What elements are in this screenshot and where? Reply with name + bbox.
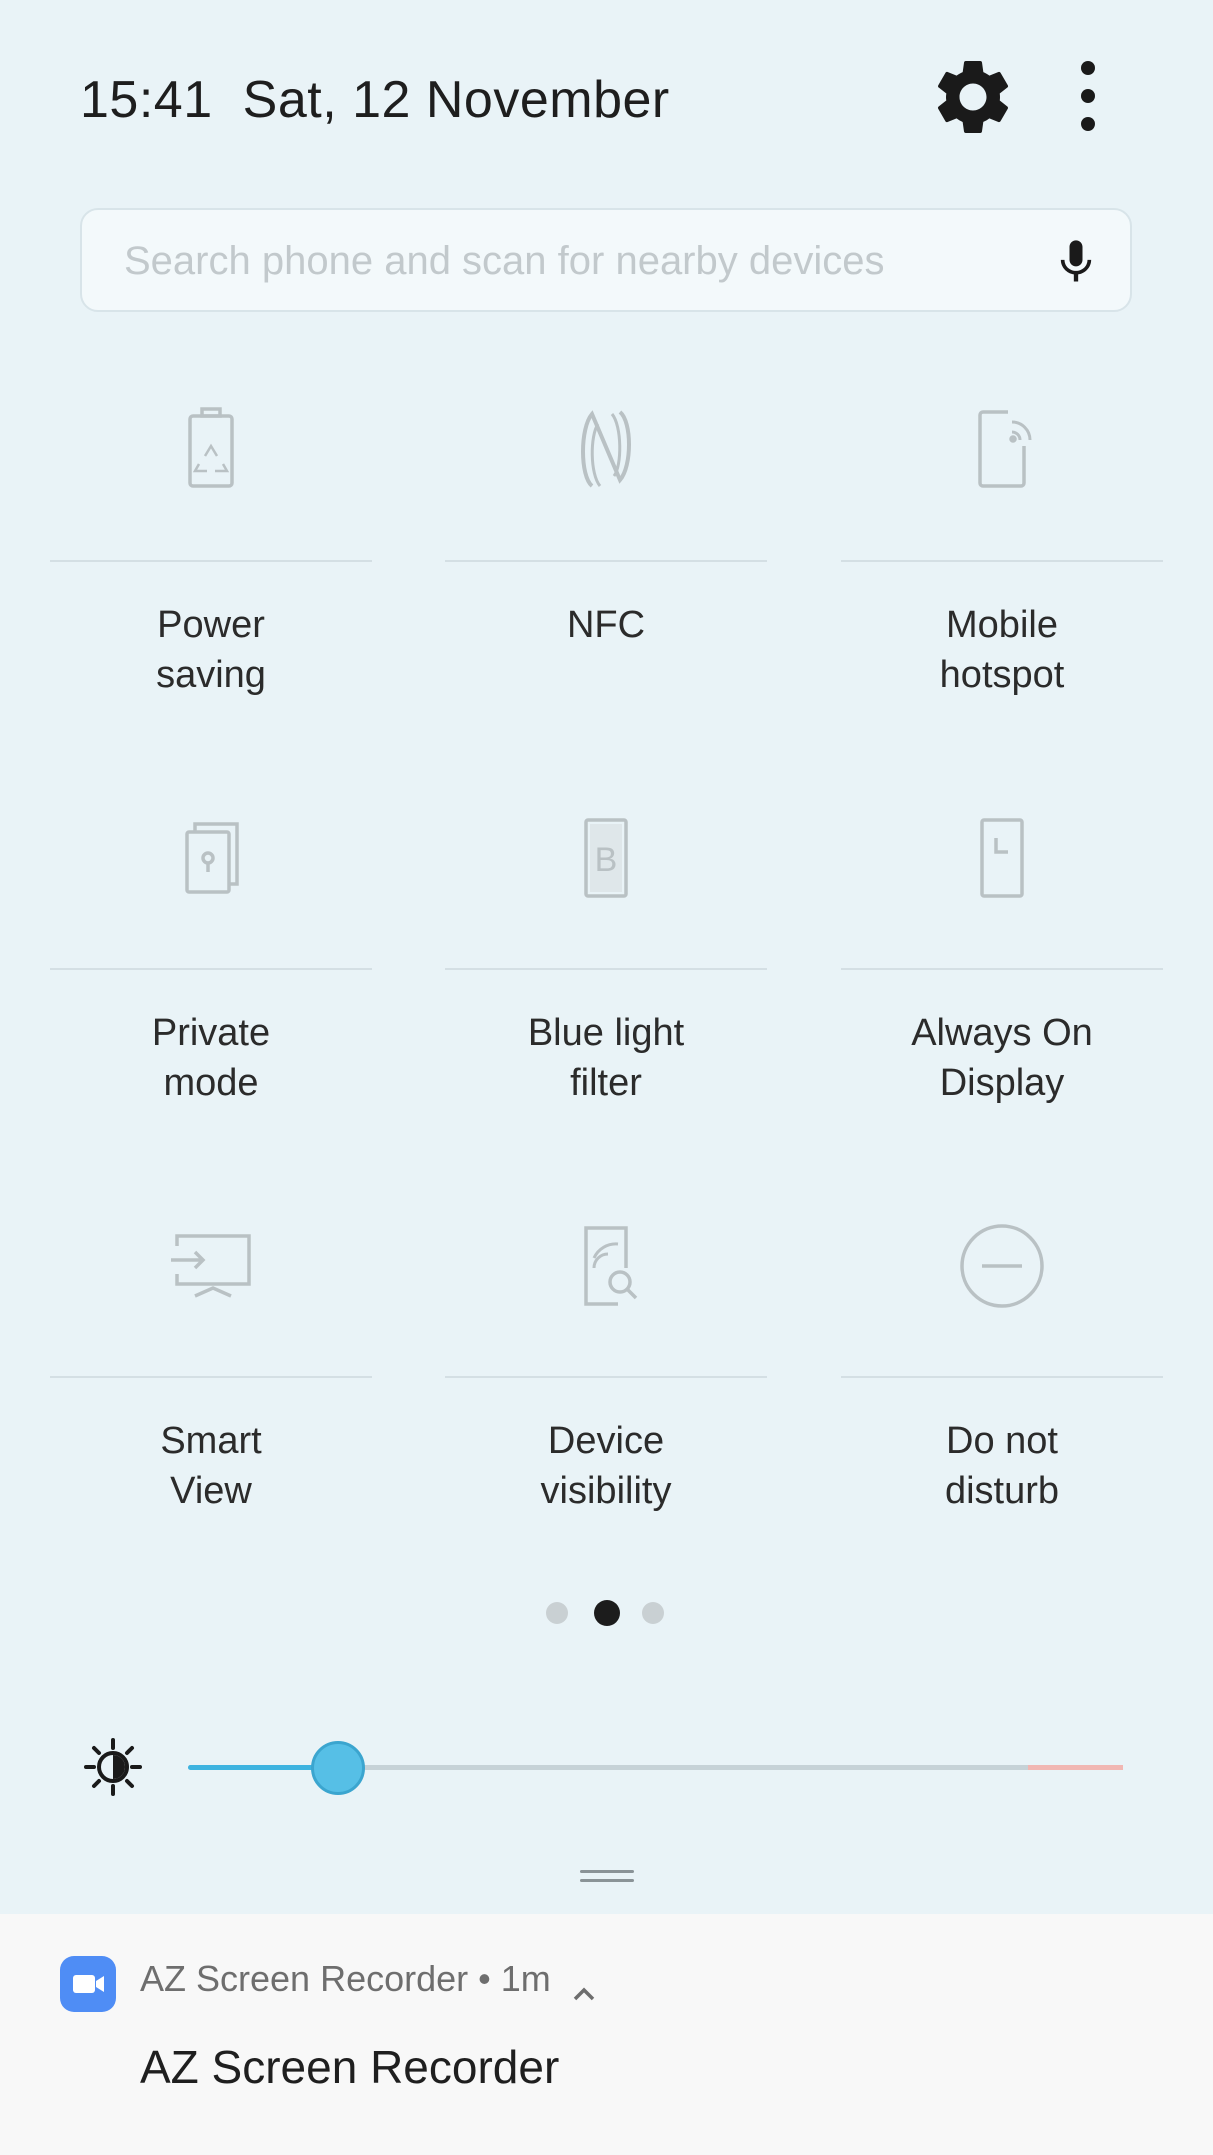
panel-drag-handle[interactable] (580, 1870, 634, 1884)
notification-title: AZ Screen Recorder (140, 2040, 559, 2094)
notification-time: 1m (501, 1958, 551, 1999)
page-indicator (540, 1598, 670, 1628)
tile-label: Always On Display (841, 1008, 1163, 1108)
tile-divider (445, 560, 767, 562)
tile-divider (841, 560, 1163, 562)
smart-view-icon (161, 1216, 261, 1316)
page-dot[interactable] (546, 1602, 568, 1624)
tile-private-mode[interactable]: Private mode (50, 778, 372, 1186)
tile-smart-view[interactable]: Smart View (50, 1186, 372, 1594)
tile-label: Power saving (50, 600, 372, 700)
date: Sat, 12 November (243, 71, 670, 129)
tile-blue-light-filter[interactable]: B Blue light filter (445, 778, 767, 1186)
video-camera-icon (60, 1956, 116, 2012)
notification-card[interactable]: AZ Screen Recorder • 1m AZ Screen Record… (0, 1914, 1213, 2155)
power-saving-icon (161, 400, 261, 500)
tile-row: Power saving NFC Mobile hotspot (50, 370, 1163, 778)
search-input[interactable] (122, 210, 1026, 312)
tile-label: Do not disturb (841, 1416, 1163, 1516)
more-vertical-icon[interactable] (1058, 54, 1118, 144)
tile-label: NFC (445, 600, 767, 650)
tile-label: Mobile hotspot (841, 600, 1163, 700)
tile-do-not-disturb[interactable]: Do not disturb (841, 1186, 1163, 1594)
tile-divider (445, 968, 767, 970)
brightness-slider[interactable] (188, 1740, 1123, 1796)
brightness-icon (84, 1738, 142, 1796)
clock: 15:41 (80, 71, 213, 129)
meta-separator: • (478, 1958, 491, 1999)
tile-nfc[interactable]: NFC (445, 370, 767, 778)
nfc-icon (556, 400, 656, 500)
quick-panel-header: 15:41 Sat, 12 November (0, 0, 1213, 200)
chevron-up-icon[interactable] (571, 1971, 597, 1991)
tile-divider (841, 968, 1163, 970)
notification-meta: AZ Screen Recorder • 1m (140, 1958, 597, 2000)
tile-divider (50, 560, 372, 562)
search-bar[interactable] (80, 208, 1132, 312)
tile-divider (50, 968, 372, 970)
tile-label: Smart View (50, 1416, 372, 1516)
mobile-hotspot-icon (952, 400, 1052, 500)
blue-light-filter-icon: B (556, 808, 656, 908)
slider-thumb[interactable] (311, 1741, 365, 1795)
tile-row: Smart View Device visibility Do not dist… (50, 1186, 1163, 1594)
do-not-disturb-icon (952, 1216, 1052, 1316)
page-dot-active[interactable] (594, 1600, 620, 1626)
svg-text:B: B (595, 841, 618, 879)
tile-label: Blue light filter (445, 1008, 767, 1108)
tile-row: Private mode B Blue light filter Alw (50, 778, 1163, 1186)
tile-label: Device visibility (445, 1416, 767, 1516)
quick-settings-grid: Power saving NFC Mobile hotspot (50, 370, 1163, 1594)
tile-mobile-hotspot[interactable]: Mobile hotspot (841, 370, 1163, 778)
tile-divider (445, 1376, 767, 1378)
slider-track-high (1028, 1765, 1123, 1770)
private-mode-icon (161, 808, 261, 908)
always-on-display-icon (952, 808, 1052, 908)
tile-label: Private mode (50, 1008, 372, 1108)
app-name: AZ Screen Recorder (140, 1958, 468, 1999)
tile-device-visibility[interactable]: Device visibility (445, 1186, 767, 1594)
tile-divider (50, 1376, 372, 1378)
date-time: 15:41 Sat, 12 November (80, 70, 670, 130)
device-visibility-icon (556, 1216, 656, 1316)
microphone-icon[interactable] (1050, 234, 1102, 290)
tile-always-on-display[interactable]: Always On Display (841, 778, 1163, 1186)
tile-divider (841, 1376, 1163, 1378)
tile-power-saving[interactable]: Power saving (50, 370, 372, 778)
settings-gear-icon[interactable] (928, 52, 1018, 142)
page-dot[interactable] (642, 1602, 664, 1624)
